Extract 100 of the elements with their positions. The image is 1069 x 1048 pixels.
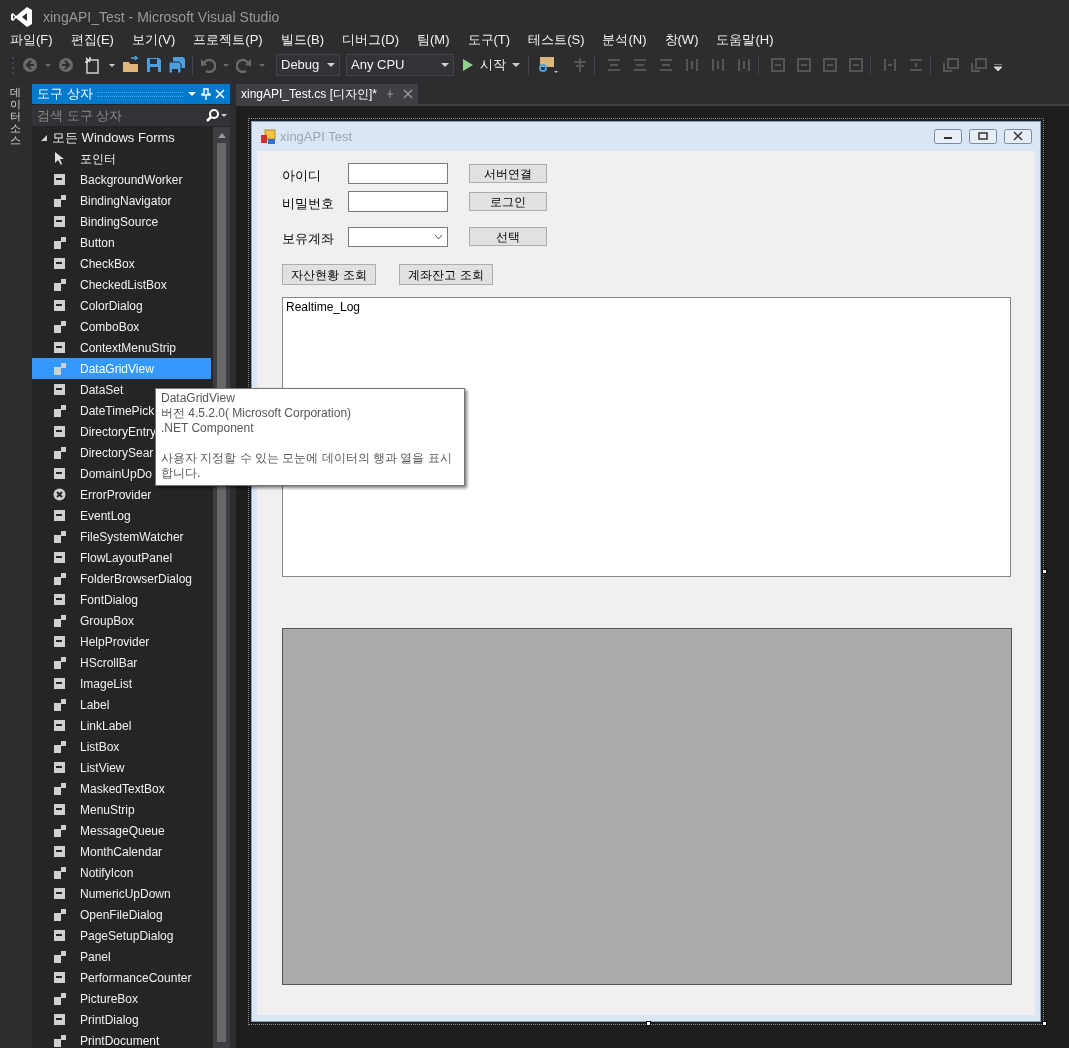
- input-field[interactable]: [348, 163, 448, 184]
- undo-icon[interactable]: [200, 57, 216, 73]
- toolbox-item[interactable]: FolderBrowserDialog: [32, 568, 211, 589]
- toolbox-item[interactable]: BackgroundWorker: [32, 169, 211, 190]
- component-icon: [52, 1033, 67, 1048]
- toolbox-item[interactable]: BindingSource: [32, 211, 211, 232]
- toolbox-item[interactable]: PrintDialog: [32, 1009, 211, 1030]
- dropdown-icon[interactable]: [187, 89, 197, 99]
- platform-dropdown[interactable]: Any CPU: [346, 54, 454, 76]
- toolbox-item[interactable]: MessageQueue: [32, 820, 211, 841]
- field-label: 비밀번호: [282, 194, 335, 213]
- toolbox-item[interactable]: CheckedListBox: [32, 274, 211, 295]
- component-icon: [52, 655, 67, 670]
- toolbox-item[interactable]: PerformanceCounter: [32, 967, 211, 988]
- toolbox-item[interactable]: PrintDocument: [32, 1030, 211, 1048]
- new-project-icon[interactable]: [84, 56, 102, 74]
- menu-item[interactable]: 디버그(D): [342, 30, 400, 50]
- menu-item[interactable]: 파일(F): [10, 30, 53, 50]
- toolbox-item[interactable]: ListView: [32, 757, 211, 778]
- toolbox-item[interactable]: Panel: [32, 946, 211, 967]
- toolbox-item[interactable]: OpenFileDialog: [32, 904, 211, 925]
- form-button[interactable]: 선택: [469, 227, 547, 246]
- side-tab[interactable]: 데이터 소스: [10, 84, 21, 147]
- menu-item[interactable]: 보기(V): [131, 30, 176, 50]
- toolbox-item[interactable]: NumericUpDown: [32, 883, 211, 904]
- toolbox-item[interactable]: ComboBox: [32, 316, 211, 337]
- bring-to-front-icon[interactable]: [942, 57, 960, 73]
- toolbox-item[interactable]: PageSetupDialog: [32, 925, 211, 946]
- resize-handle[interactable]: [1042, 1021, 1047, 1026]
- toolbox-item[interactable]: ErrorProvider: [32, 484, 211, 505]
- toolbox-item[interactable]: Button: [32, 232, 211, 253]
- menu-item[interactable]: 도움말(H): [716, 30, 774, 50]
- toolbox-item[interactable]: FlowLayoutPanel: [32, 547, 211, 568]
- vertical-spacing-icon[interactable]: [908, 57, 924, 73]
- menu-item[interactable]: 분석(N): [602, 30, 647, 50]
- pin-icon[interactable]: [385, 89, 396, 99]
- align-centers-icon[interactable]: [572, 57, 588, 73]
- save-all-icon[interactable]: [168, 57, 186, 73]
- redo-icon[interactable]: [236, 57, 252, 73]
- scroll-up-icon[interactable]: [216, 131, 227, 139]
- toolbox-item[interactable]: GroupBox: [32, 610, 211, 631]
- start-button[interactable]: 시작: [460, 54, 522, 76]
- caret-icon: [512, 61, 520, 69]
- form-button[interactable]: 서버연결: [469, 164, 547, 183]
- toolbox-item[interactable]: NotifyIcon: [32, 862, 211, 883]
- toolbox-item[interactable]: HScrollBar: [32, 652, 211, 673]
- toolbox-item[interactable]: EventLog: [32, 505, 211, 526]
- configuration-dropdown[interactable]: Debug: [276, 54, 340, 76]
- align-top-icon[interactable]: [684, 57, 700, 73]
- minimize-icon[interactable]: [934, 129, 962, 144]
- toolbox-item[interactable]: ImageList: [32, 673, 211, 694]
- toolbox-item[interactable]: Label: [32, 694, 211, 715]
- form-button[interactable]: 계좌잔고 조회: [399, 264, 493, 285]
- toolbox-category[interactable]: 모든 Windows Forms: [32, 127, 213, 148]
- overflow-icon[interactable]: [994, 64, 1002, 74]
- menu-item[interactable]: 빌드(B): [280, 30, 324, 50]
- toolbox-item[interactable]: ListBox: [32, 736, 211, 757]
- search-icon[interactable]: [205, 108, 227, 123]
- toolbox-item[interactable]: MaskedTextBox: [32, 778, 211, 799]
- resize-handle[interactable]: [1042, 569, 1047, 574]
- resize-handle[interactable]: [646, 1021, 651, 1026]
- toolbox-item[interactable]: PictureBox: [32, 988, 211, 1009]
- toolbox-item[interactable]: BindingNavigator: [32, 190, 211, 211]
- menu-item[interactable]: 창(W): [664, 30, 699, 50]
- form-button[interactable]: 로그인: [469, 192, 547, 211]
- toolbox-item[interactable]: MonthCalendar: [32, 841, 211, 862]
- open-folder-icon[interactable]: [122, 56, 140, 74]
- send-to-back-icon[interactable]: [970, 57, 988, 73]
- align-center-icon[interactable]: [632, 57, 648, 73]
- toolbox-item[interactable]: LinkLabel: [32, 715, 211, 736]
- input-field[interactable]: [348, 191, 448, 212]
- caret-icon: [327, 61, 335, 69]
- align-middle-icon[interactable]: [710, 57, 726, 73]
- pin-icon[interactable]: [201, 88, 211, 100]
- component-icon: [52, 319, 67, 334]
- menu-item[interactable]: 프로젝트(P): [193, 30, 263, 50]
- account-dropdown[interactable]: [348, 226, 448, 247]
- menu-item[interactable]: 테스트(S): [528, 30, 585, 50]
- toolbox-item[interactable]: 포인터: [32, 148, 211, 169]
- menu-item[interactable]: 팀(M): [417, 30, 450, 50]
- document-tab[interactable]: xingAPI_Test.cs [디자인]*: [236, 84, 419, 104]
- horizontal-spacing-icon[interactable]: [882, 57, 898, 73]
- toolbox-item[interactable]: ColorDialog: [32, 295, 211, 316]
- toolbox-item[interactable]: FileSystemWatcher: [32, 526, 211, 547]
- toolbox-item[interactable]: MenuStrip: [32, 799, 211, 820]
- toolbox-item[interactable]: HelpProvider: [32, 631, 211, 652]
- form-button[interactable]: 자산현황 조회: [282, 264, 376, 285]
- menu-item[interactable]: 도구(T): [467, 30, 511, 50]
- back-icon[interactable]: [22, 57, 38, 73]
- toolbox-item[interactable]: ContextMenuStrip: [32, 337, 211, 358]
- align-left-icon[interactable]: [606, 57, 622, 73]
- close-icon[interactable]: [1004, 129, 1032, 144]
- menu-item[interactable]: 편집(E): [70, 30, 114, 50]
- toolbox-item[interactable]: FontDialog: [32, 589, 211, 610]
- maximize-icon[interactable]: [969, 129, 997, 144]
- align-bottom-icon[interactable]: [736, 57, 752, 73]
- align-right-icon[interactable]: [658, 57, 674, 73]
- toolbox-item[interactable]: CheckBox: [32, 253, 211, 274]
- save-icon[interactable]: [146, 57, 162, 73]
- forward-icon[interactable]: [58, 57, 74, 73]
